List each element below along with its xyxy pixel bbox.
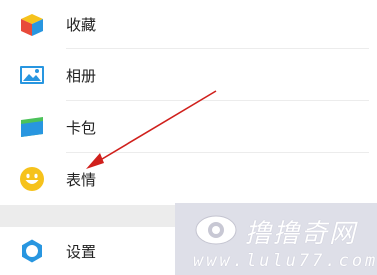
menu-item-album[interactable]: 相册 bbox=[0, 49, 377, 101]
watermark-title: 撸撸奇网 bbox=[245, 219, 358, 249]
eye-logo-icon bbox=[195, 215, 237, 245]
settings-gear-icon bbox=[22, 239, 42, 263]
smiley-emoji-icon bbox=[20, 167, 44, 191]
watermark: 撸撸奇网 www.lulu77.com bbox=[175, 203, 377, 275]
menu-item-emoji[interactable]: 表情 bbox=[0, 153, 377, 205]
watermark-url: www.lulu77.com bbox=[193, 251, 377, 271]
menu-item-label: 设置 bbox=[66, 242, 97, 261]
menu-item-label: 收藏 bbox=[66, 16, 97, 34]
menu-item-label: 表情 bbox=[66, 170, 97, 189]
menu-item-card-wallet[interactable]: 卡包 bbox=[0, 101, 377, 153]
menu-item-label: 卡包 bbox=[66, 118, 97, 137]
menu-item-favorites[interactable]: 收藏 bbox=[0, 0, 377, 49]
favorites-cube-icon bbox=[21, 13, 43, 36]
menu-item-label: 相册 bbox=[66, 66, 97, 85]
photo-album-icon bbox=[20, 66, 44, 84]
card-wallet-icon bbox=[21, 117, 43, 137]
